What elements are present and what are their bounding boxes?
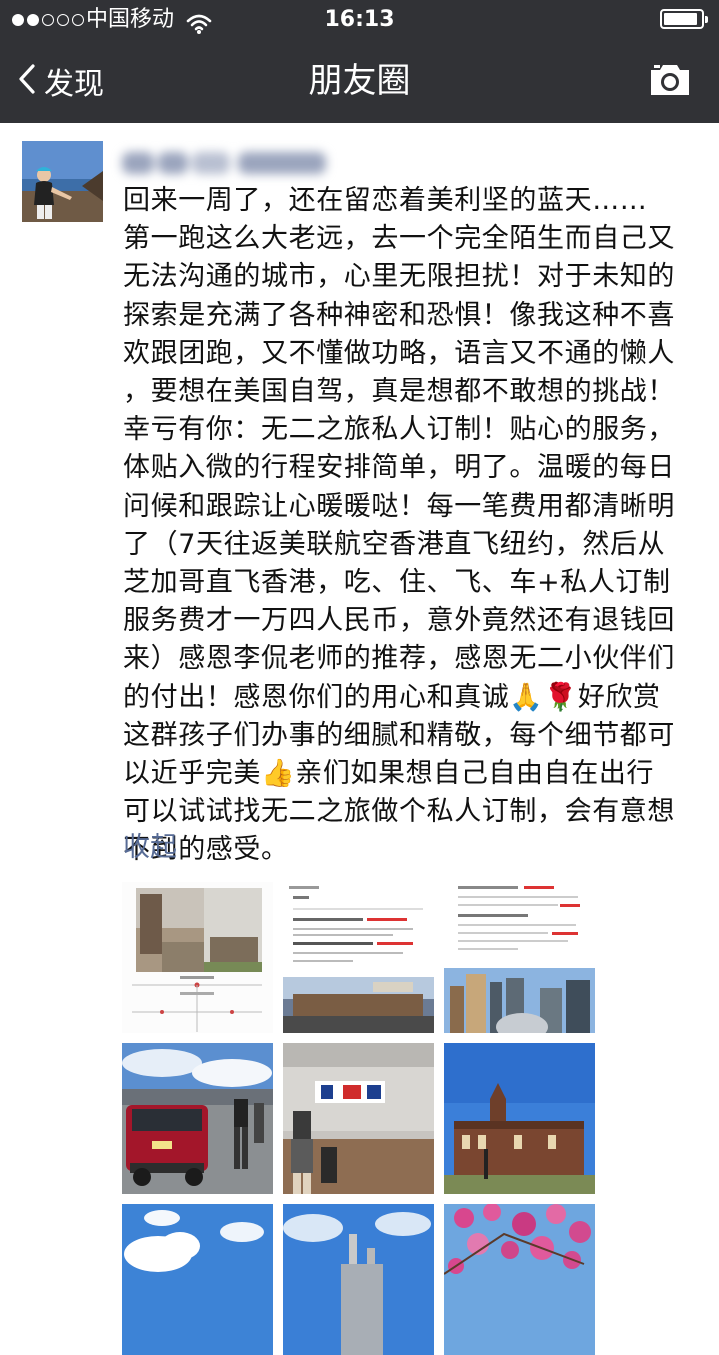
camera-icon — [648, 65, 692, 102]
post-text: 回来一周了，还在留恋着美利坚的蓝天…… 第一跑这么大老远，去一个完全陌生而自己又… — [123, 185, 675, 866]
collapse-link[interactable]: 收起 — [123, 825, 177, 864]
back-label: 发现 — [44, 67, 104, 102]
user-name-blurred[interactable] — [122, 147, 352, 179]
clock: 16:13 — [324, 7, 395, 32]
camera-button[interactable] — [648, 62, 692, 102]
top-bar: 中国移动 16:13 发现 朋友圈 — [0, 0, 719, 123]
airport-counter-photo[interactable] — [283, 1043, 434, 1194]
red-suv-parking-photo[interactable] — [122, 1043, 273, 1194]
back-button[interactable]: 发现 — [18, 58, 104, 104]
status-bar: 中国移动 16:13 — [0, 0, 719, 40]
itinerary-document-photo[interactable] — [444, 882, 595, 1033]
itinerary-page-photo[interactable] — [122, 882, 273, 1033]
avatar[interactable] — [22, 141, 103, 222]
chevron-left-icon — [18, 63, 36, 99]
itinerary-document-photo[interactable] — [283, 882, 434, 1033]
page-title: 朋友圈 — [308, 61, 411, 101]
nav-bar: 发现 朋友圈 — [0, 40, 719, 123]
brick-building-blue-sky-photo[interactable] — [444, 1043, 595, 1194]
battery-icon — [660, 9, 708, 29]
